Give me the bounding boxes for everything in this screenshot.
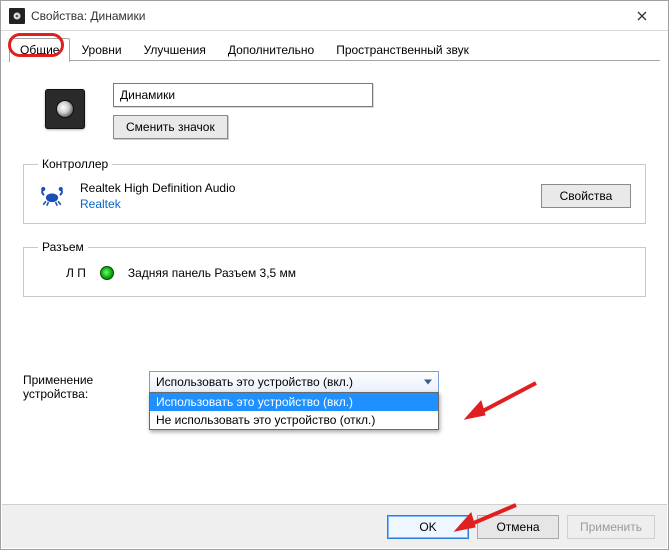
controller-properties-button[interactable]: Свойства (541, 184, 631, 208)
close-button[interactable] (620, 2, 664, 30)
device-usage-row: Применение устройства: Использовать это … (23, 371, 646, 401)
controller-group-title: Контроллер (38, 157, 112, 171)
dialog-footer: OK Отмена Применить (2, 504, 667, 548)
controller-name: Realtek High Definition Audio (80, 181, 527, 195)
device-speaker-icon (45, 89, 85, 129)
titlebar: Свойства: Динамики (1, 1, 668, 31)
realtek-crab-icon (38, 184, 66, 208)
tab-levels[interactable]: Уровни (70, 38, 132, 62)
tab-advanced[interactable]: Дополнительно (217, 38, 325, 62)
device-name-input[interactable] (113, 83, 373, 107)
device-usage-label: Применение устройства: (23, 371, 133, 401)
tab-spatial[interactable]: Пространственный звук (325, 38, 480, 62)
jack-group-title: Разъем (38, 240, 88, 254)
jack-color-icon (100, 266, 114, 280)
tab-enhancements[interactable]: Улучшения (133, 38, 217, 62)
device-header: Сменить значок (45, 83, 646, 139)
device-usage-option-enable[interactable]: Использовать это устройство (вкл.) (150, 393, 438, 411)
speaker-system-icon (9, 8, 25, 24)
controller-group: Контроллер Realtek High Definition Audio… (23, 157, 646, 224)
change-icon-button[interactable]: Сменить значок (113, 115, 228, 139)
device-usage-dropdown: Использовать это устройство (вкл.) Не ис… (149, 392, 439, 430)
controller-vendor-link[interactable]: Realtek (80, 197, 527, 211)
tab-general-panel: Сменить значок Контроллер Realte (1, 61, 668, 401)
device-usage-value: Использовать это устройство (вкл.) (156, 375, 353, 389)
device-usage-combobox[interactable]: Использовать это устройство (вкл.) (149, 371, 439, 393)
apply-button[interactable]: Применить (567, 515, 655, 539)
properties-window: Свойства: Динамики Общие Уровни Улучшени… (0, 0, 669, 550)
jack-group: Разъем Л П Задняя панель Разъем 3,5 мм (23, 240, 646, 297)
ok-button[interactable]: OK (387, 515, 469, 539)
jack-description: Задняя панель Разъем 3,5 мм (128, 266, 296, 280)
cancel-button[interactable]: Отмена (477, 515, 559, 539)
device-usage-option-disable[interactable]: Не использовать это устройство (откл.) (150, 411, 438, 429)
close-icon (637, 11, 647, 21)
tab-row: Общие Уровни Улучшения Дополнительно Про… (1, 31, 668, 61)
window-title: Свойства: Динамики (31, 9, 620, 23)
tab-general[interactable]: Общие (9, 38, 70, 62)
jack-channel-label: Л П (66, 266, 86, 280)
